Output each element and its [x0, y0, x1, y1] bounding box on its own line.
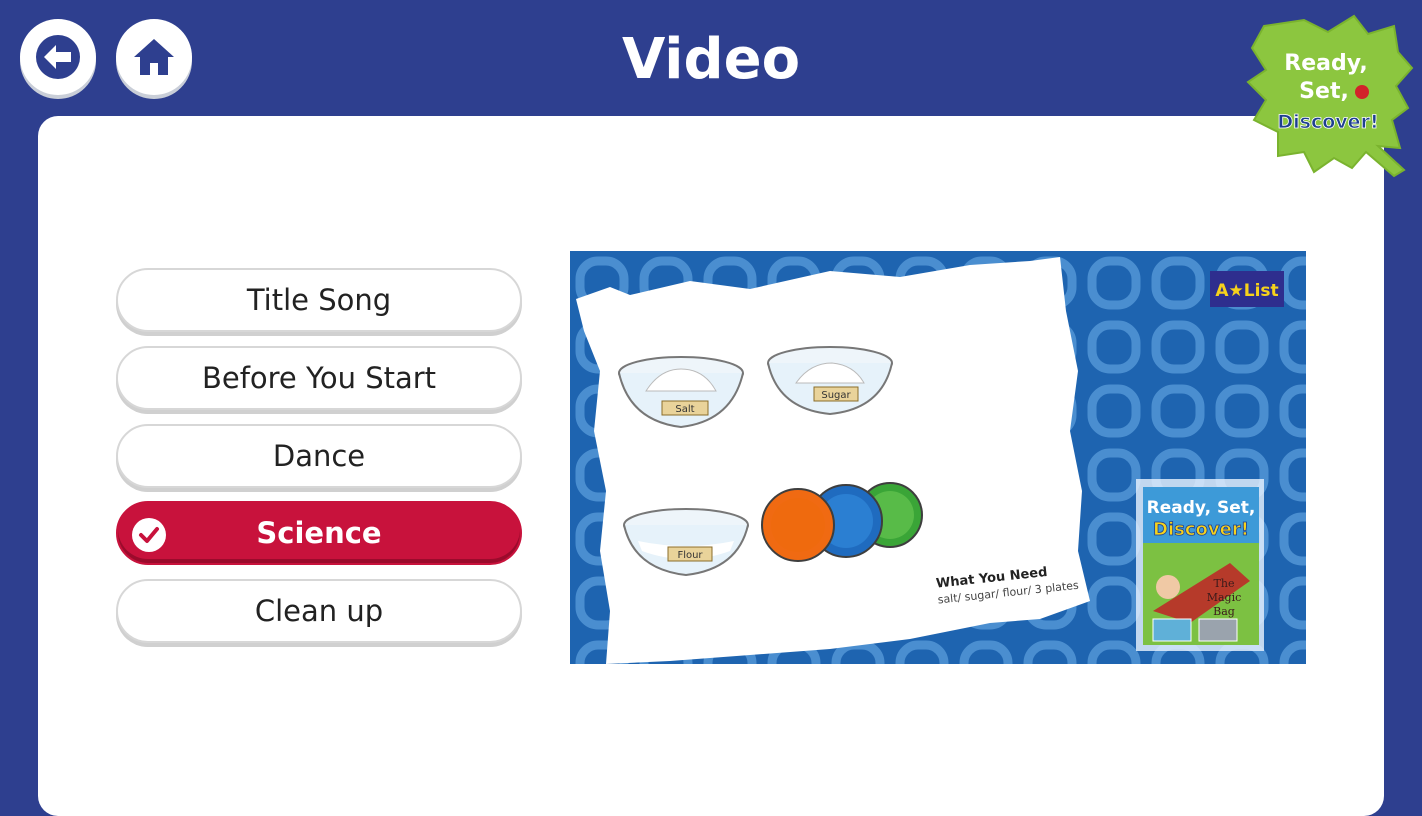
menu-item-label: Title Song: [246, 283, 392, 317]
menu-item-before-you-start[interactable]: Before You Start: [116, 346, 522, 410]
menu-item-science[interactable]: Science: [116, 501, 522, 565]
menu-item-label: Clean up: [254, 594, 384, 628]
book-subtitle-1: The: [1214, 577, 1235, 590]
badge-text: A★List: [1215, 281, 1278, 301]
menu-item-label: Science: [256, 516, 382, 550]
book-title-1: Ready, Set,: [1147, 498, 1256, 518]
menu-item-dance[interactable]: Dance: [116, 424, 522, 488]
check-circle-icon: [132, 518, 166, 552]
book-title-2: Discover!: [1153, 519, 1249, 540]
menu-item-title-song[interactable]: Title Song: [116, 268, 522, 332]
video-frame: Salt Sugar Flour What You Need salt/ sug…: [570, 251, 1306, 664]
menu-item-label: Dance: [272, 439, 366, 473]
video-player[interactable]: Salt Sugar Flour What You Need salt/ sug…: [570, 251, 1306, 664]
menu-item-label: Before You Start: [201, 361, 437, 395]
menu-item-clean-up[interactable]: Clean up: [116, 579, 522, 643]
page-title: Video: [621, 27, 801, 92]
bowl-label: Salt: [675, 404, 694, 415]
logo-text-2: Set,: [1299, 79, 1349, 104]
logo-text-3: Discover!: [1277, 111, 1378, 133]
ready-set-discover-logo: Ready, Set, Discover!: [1246, 14, 1414, 178]
logo-text-1: Ready,: [1284, 51, 1367, 76]
book-subtitle-3: Bag: [1213, 605, 1235, 618]
book-subtitle-2: Magic: [1207, 591, 1242, 604]
bowl-label: Flour: [677, 550, 703, 561]
ladybug-icon: [1355, 85, 1369, 99]
book-cover: Ready, Set, Discover! The Magic Bag: [1136, 479, 1264, 651]
bowl-label: Sugar: [821, 390, 851, 401]
paper-sheet: [576, 257, 1090, 664]
